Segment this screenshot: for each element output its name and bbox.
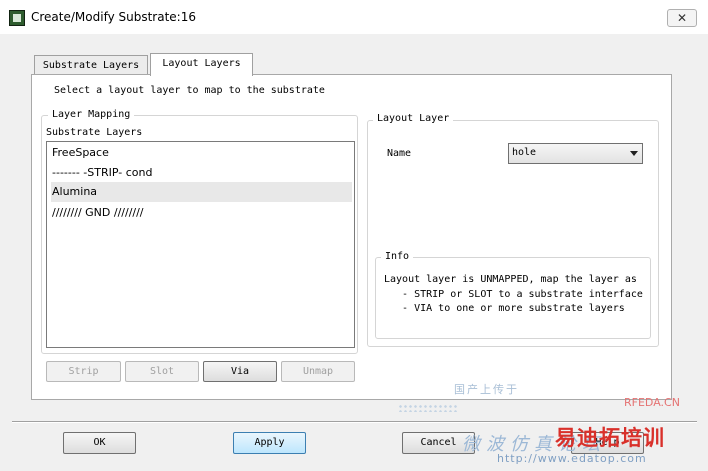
watermark-logo: 易迪拓培训 bbox=[555, 426, 665, 450]
name-label: Name bbox=[387, 148, 412, 159]
tab-layout-layers[interactable]: Layout Layers bbox=[150, 53, 253, 76]
watermark-brand: RFEDA.CN bbox=[624, 396, 680, 409]
watermark-url: http://www.edatop.com bbox=[497, 452, 647, 465]
watermark-dots bbox=[398, 404, 458, 412]
strip-button[interactable]: Strip bbox=[46, 361, 121, 382]
info-line: - STRIP or SLOT to a substrate interface bbox=[384, 289, 643, 300]
app-icon bbox=[9, 10, 25, 26]
list-item-gnd[interactable]: //////// GND //////// bbox=[51, 203, 352, 223]
tab-substrate-layers[interactable]: Substrate Layers bbox=[34, 55, 148, 75]
info-line: - VIA to one or more substrate layers bbox=[384, 303, 625, 314]
window-title: Create/Modify Substrate:16 bbox=[31, 10, 196, 24]
unmap-button[interactable]: Unmap bbox=[281, 361, 355, 382]
list-item-strip-cond[interactable]: ------- -STRIP- cond bbox=[51, 163, 352, 183]
slot-button[interactable]: Slot bbox=[125, 361, 199, 382]
layer-mapping-label: Layer Mapping bbox=[48, 109, 135, 120]
chevron-down-icon bbox=[630, 151, 638, 156]
list-item-alumina[interactable]: Alumina bbox=[51, 182, 352, 202]
watermark-text: 国产上传于 bbox=[454, 383, 519, 396]
via-button[interactable]: Via bbox=[203, 361, 277, 382]
substrate-layers-list[interactable]: FreeSpace ------- -STRIP- cond Alumina /… bbox=[46, 141, 355, 348]
instruction-text: Select a layout layer to map to the subs… bbox=[54, 85, 325, 96]
substrate-layers-label: Substrate Layers bbox=[46, 127, 143, 138]
apply-button[interactable]: Apply bbox=[233, 432, 306, 454]
selected-layer-value: hole bbox=[512, 147, 537, 158]
list-item-freespace[interactable]: FreeSpace bbox=[51, 143, 352, 163]
close-button[interactable]: ✕ bbox=[667, 9, 697, 27]
tab-label: Substrate Layers bbox=[42, 60, 140, 71]
layout-layer-name-select[interactable]: hole bbox=[508, 143, 643, 164]
info-label: Info bbox=[381, 251, 414, 262]
tab-label: Layout Layers bbox=[162, 58, 241, 69]
layout-layer-label: Layout Layer bbox=[373, 113, 454, 124]
close-icon: ✕ bbox=[676, 11, 688, 25]
ok-button[interactable]: OK bbox=[63, 432, 136, 454]
info-line: Layout layer is UNMAPPED, map the layer … bbox=[384, 274, 637, 285]
